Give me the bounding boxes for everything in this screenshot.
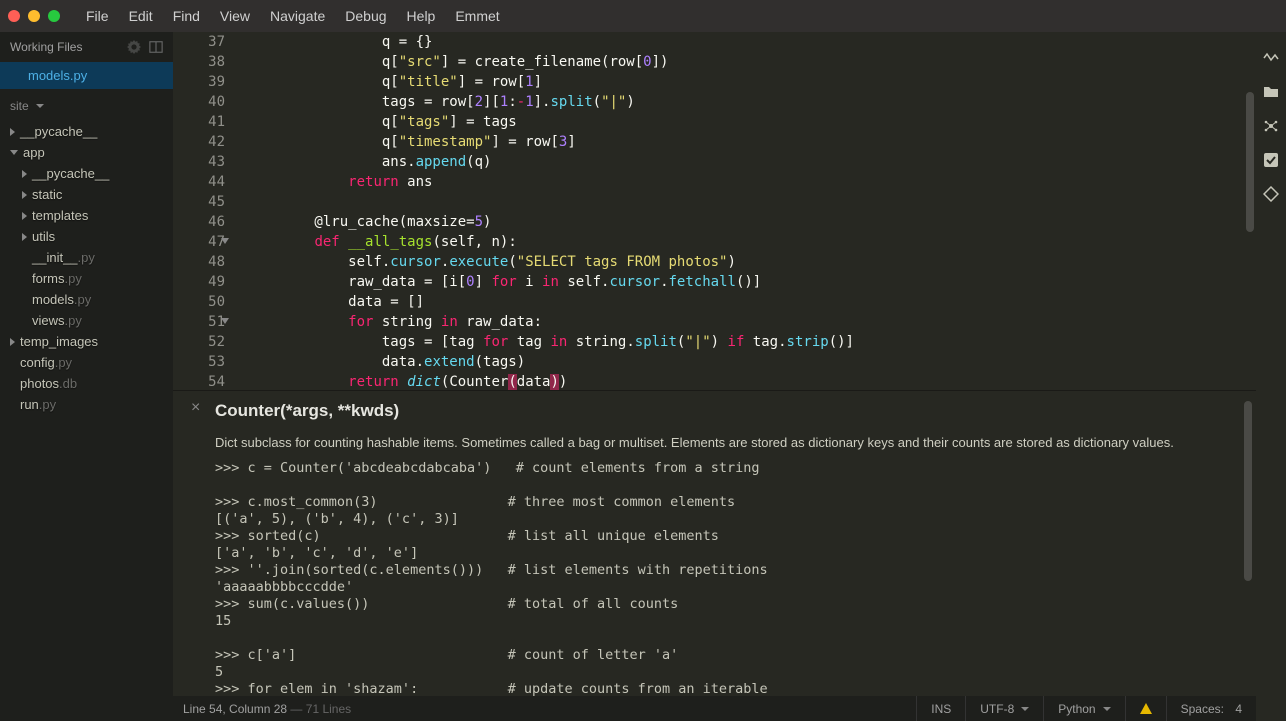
doc-description: Dict subclass for counting hashable item… — [215, 435, 1236, 450]
editor-scrollbar[interactable] — [1246, 32, 1256, 386]
menubar: FileEditFindViewNavigateDebugHelpEmmet — [0, 0, 1286, 32]
doc-code: >>> c = Counter('abcdeabcdabcaba') # cou… — [215, 460, 1236, 698]
window-controls — [8, 10, 60, 22]
code-content[interactable]: q = {} q["src"] = create_filename(row[0]… — [243, 32, 1256, 390]
line-number[interactable]: 46 — [173, 212, 225, 232]
maximize-window-button[interactable] — [48, 10, 60, 22]
line-number[interactable]: 44 — [173, 172, 225, 192]
line-number[interactable]: 48 — [173, 252, 225, 272]
line-number[interactable]: 45 — [173, 192, 225, 212]
language-selector[interactable]: Python — [1043, 696, 1124, 721]
right-icon-strip — [1256, 32, 1286, 721]
folder-static[interactable]: static — [0, 184, 173, 205]
disclosure-arrow-icon — [22, 170, 27, 178]
fold-arrow-icon[interactable] — [221, 238, 229, 244]
menu-debug[interactable]: Debug — [335, 4, 396, 28]
disclosure-arrow-icon — [22, 191, 27, 199]
documentation-panel: × Counter(*args, **kwds) Dict subclass f… — [173, 390, 1256, 696]
line-number[interactable]: 50 — [173, 292, 225, 312]
extensions-icon[interactable] — [1263, 118, 1279, 134]
line-number[interactable]: 49 — [173, 272, 225, 292]
close-window-button[interactable] — [8, 10, 20, 22]
line-number[interactable]: 40 — [173, 92, 225, 112]
file-photos[interactable]: photos.db — [0, 373, 173, 394]
line-number[interactable]: 54 — [173, 372, 225, 390]
gutter: 373839404142434445464748495051525354 — [173, 32, 243, 390]
project-root[interactable]: site — [0, 89, 173, 119]
menu-view[interactable]: View — [210, 4, 260, 28]
working-file-item[interactable]: models.py — [0, 62, 173, 89]
close-icon[interactable]: × — [191, 399, 200, 417]
menu-help[interactable]: Help — [397, 4, 446, 28]
disclosure-arrow-icon — [22, 212, 27, 220]
indentation-selector[interactable]: Spaces: 4 — [1166, 696, 1256, 721]
statusbar: Line 54, Column 28 — 71 Lines INS UTF-8 … — [173, 696, 1256, 721]
working-files-label: Working Files — [10, 40, 82, 54]
fold-arrow-icon[interactable] — [221, 318, 229, 324]
disclosure-arrow-icon — [10, 150, 18, 155]
folder-utils[interactable]: utils — [0, 226, 173, 247]
history-icon[interactable] — [1263, 50, 1279, 66]
line-number[interactable]: 51 — [173, 312, 225, 332]
encoding-selector[interactable]: UTF-8 — [965, 696, 1043, 721]
menu-find[interactable]: Find — [163, 4, 210, 28]
editor: 373839404142434445464748495051525354 q =… — [173, 32, 1256, 721]
doc-scrollbar[interactable] — [1244, 401, 1252, 581]
file-views[interactable]: views.py — [0, 310, 173, 331]
disclosure-arrow-icon — [10, 338, 15, 346]
file-config[interactable]: config.py — [0, 352, 173, 373]
folder-icon[interactable] — [1263, 84, 1279, 100]
minimize-window-button[interactable] — [28, 10, 40, 22]
file-__init__[interactable]: __init__.py — [0, 247, 173, 268]
check-icon[interactable] — [1263, 152, 1279, 168]
menu-navigate[interactable]: Navigate — [260, 4, 335, 28]
line-number[interactable]: 38 — [173, 52, 225, 72]
chevron-down-icon — [36, 104, 44, 108]
warning-icon — [1140, 703, 1152, 714]
file-run[interactable]: run.py — [0, 394, 173, 415]
chevron-down-icon — [1021, 707, 1029, 711]
diamond-icon[interactable] — [1263, 186, 1279, 202]
sidebar: Working Files models.py site __pycache__… — [0, 32, 173, 721]
menu-edit[interactable]: Edit — [119, 4, 163, 28]
file-forms[interactable]: forms.py — [0, 268, 173, 289]
gear-icon[interactable] — [127, 40, 141, 54]
insert-mode[interactable]: INS — [916, 696, 965, 721]
line-number[interactable]: 42 — [173, 132, 225, 152]
line-number[interactable]: 53 — [173, 352, 225, 372]
folder-__pycache__[interactable]: __pycache__ — [0, 121, 173, 142]
cursor-position[interactable]: Line 54, Column 28 — 71 Lines — [173, 702, 351, 716]
folder-app[interactable]: app — [0, 142, 173, 163]
folder-temp_images[interactable]: temp_images — [0, 331, 173, 352]
menu-file[interactable]: File — [76, 4, 119, 28]
disclosure-arrow-icon — [10, 128, 15, 136]
line-number[interactable]: 52 — [173, 332, 225, 352]
line-number[interactable]: 47 — [173, 232, 225, 252]
line-number[interactable]: 41 — [173, 112, 225, 132]
folder-templates[interactable]: templates — [0, 205, 173, 226]
working-files-header: Working Files — [0, 32, 173, 62]
disclosure-arrow-icon — [22, 233, 27, 241]
menu-emmet[interactable]: Emmet — [445, 4, 509, 28]
folder-__pycache__[interactable]: __pycache__ — [0, 163, 173, 184]
chevron-down-icon — [1103, 707, 1111, 711]
lint-warnings[interactable] — [1125, 696, 1166, 721]
line-number[interactable]: 39 — [173, 72, 225, 92]
doc-title: Counter(*args, **kwds) — [215, 401, 1236, 421]
file-models[interactable]: models.py — [0, 289, 173, 310]
code-area[interactable]: 373839404142434445464748495051525354 q =… — [173, 32, 1256, 390]
split-icon[interactable] — [149, 40, 163, 54]
line-number[interactable]: 43 — [173, 152, 225, 172]
line-number[interactable]: 37 — [173, 32, 225, 52]
